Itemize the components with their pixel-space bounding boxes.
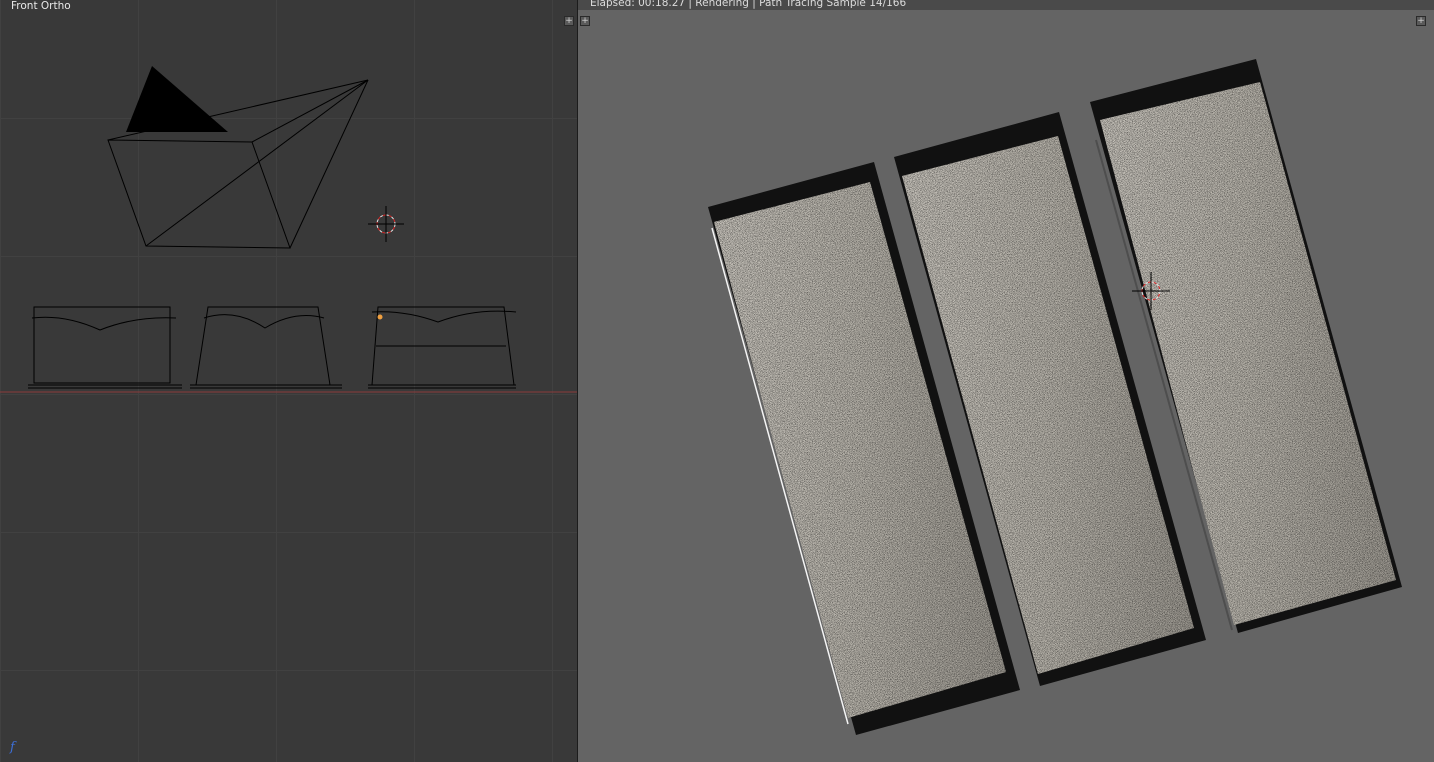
selected-origin-dot <box>377 314 383 320</box>
wireframe-scene <box>0 66 577 393</box>
split-area-button-right[interactable]: + <box>1416 16 1426 26</box>
lamp-object <box>126 66 228 132</box>
axis-orientation-icon: f <box>10 740 15 755</box>
front-ortho-viewport[interactable]: Front Ortho f + <box>0 0 577 762</box>
rendered-viewport[interactable]: Elapsed: 00:18.27 | Rendering | Path Tra… <box>578 0 1434 762</box>
panel-object-3 <box>368 306 517 389</box>
split-area-button-left[interactable]: + <box>564 16 574 26</box>
view-name-label: Front Ortho <box>11 0 71 12</box>
panel-object-2 <box>190 306 342 389</box>
rendered-scene <box>708 59 1402 735</box>
split-area-button-right-left[interactable]: + <box>580 16 590 26</box>
3d-cursor <box>368 206 404 242</box>
panel-object-1 <box>28 306 182 389</box>
